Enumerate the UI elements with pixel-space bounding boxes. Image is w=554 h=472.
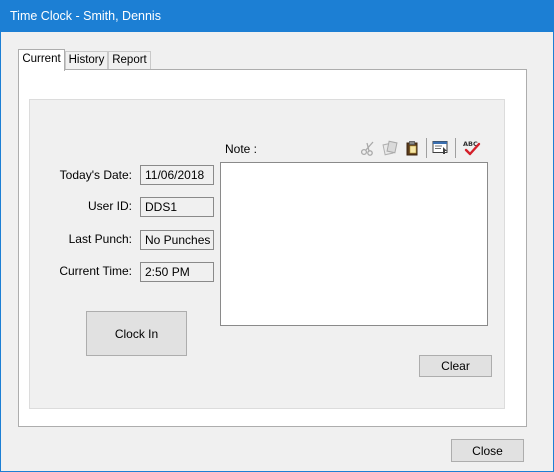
window-title: Time Clock - Smith, Dennis	[10, 9, 161, 23]
tab-panel-current: Today's Date: 11/06/2018 User ID: DDS1 L…	[18, 69, 527, 427]
user-id-label: User ID:	[87, 199, 132, 213]
copy-icon[interactable]	[380, 138, 400, 158]
toolbar-separator	[426, 138, 427, 158]
title-bar: Time Clock - Smith, Dennis	[1, 1, 553, 32]
todays-date-value: 11/06/2018	[140, 165, 214, 185]
paste-icon[interactable]	[402, 138, 422, 158]
spell-check-icon[interactable]: ABC	[462, 138, 482, 158]
tab-report[interactable]: Report	[108, 51, 151, 70]
tab-report-label: Report	[112, 54, 147, 66]
toolbar-separator	[455, 138, 456, 158]
todays-date-label: Today's Date:	[59, 168, 132, 182]
tab-current-label: Current	[22, 53, 61, 65]
time-clock-group: Today's Date: 11/06/2018 User ID: DDS1 L…	[29, 99, 505, 409]
current-time-value: 2:50 PM	[140, 262, 214, 282]
tab-current[interactable]: Current	[18, 49, 65, 71]
note-textarea[interactable]	[220, 162, 488, 326]
tab-history[interactable]: History	[65, 51, 108, 70]
close-button[interactable]: Close	[451, 439, 524, 462]
last-punch-value: No Punches	[140, 230, 214, 250]
scissors-icon[interactable]	[358, 138, 378, 158]
tab-history-label: History	[68, 54, 105, 66]
clear-button[interactable]: Clear	[419, 355, 492, 377]
clock-in-button[interactable]: Clock In	[86, 311, 187, 356]
time-clock-window: Time Clock - Smith, Dennis Current Histo…	[0, 0, 554, 472]
last-punch-label: Last Punch:	[68, 232, 132, 246]
current-time-label: Current Time:	[59, 264, 132, 278]
note-label: Note :	[225, 142, 258, 156]
user-id-value: DDS1	[140, 197, 214, 217]
insert-template-icon[interactable]	[431, 138, 451, 158]
